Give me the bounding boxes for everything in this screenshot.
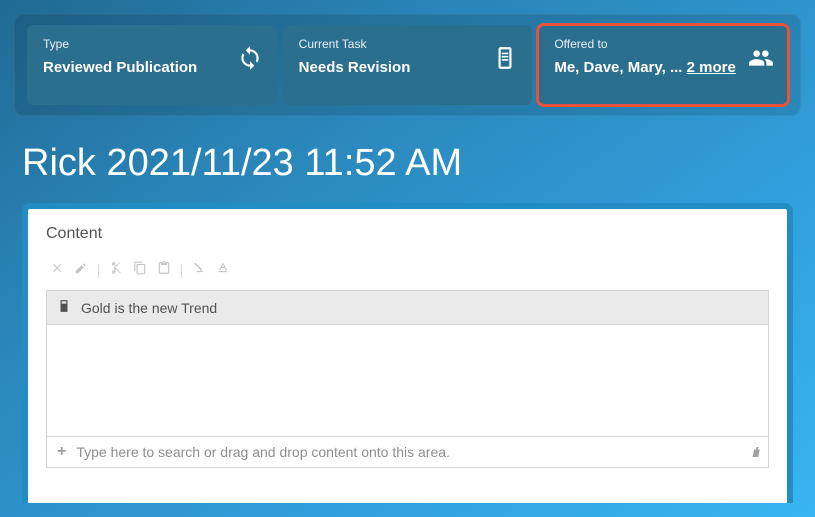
format-icon[interactable]	[216, 261, 230, 280]
paste-icon[interactable]	[157, 261, 171, 280]
copy-icon[interactable]	[133, 261, 147, 280]
offered-more-link[interactable]: 2 more	[687, 59, 736, 76]
type-label: Type	[43, 37, 261, 51]
close-icon[interactable]	[50, 261, 64, 280]
users-icon	[748, 45, 774, 71]
search-placeholder: Type here to search or drag and drop con…	[76, 444, 450, 460]
library-icon[interactable]: ılı	[752, 444, 758, 460]
clipboard-icon	[492, 45, 518, 71]
cut-icon[interactable]	[109, 261, 123, 280]
type-card[interactable]: Type Reviewed Publication	[27, 25, 277, 105]
content-item-title: Gold is the new Trend	[81, 300, 217, 316]
edit-icon[interactable]	[74, 261, 88, 280]
plus-icon: +	[57, 443, 66, 461]
current-task-card[interactable]: Current Task Needs Revision	[283, 25, 533, 105]
toolbar-separator	[98, 264, 99, 278]
offered-names: Me, Dave, Mary, ...	[554, 59, 686, 76]
toolbar-separator	[181, 264, 182, 278]
offered-value: Me, Dave, Mary, ... 2 more	[554, 59, 772, 76]
cycle-icon	[237, 45, 263, 71]
type-value: Reviewed Publication	[43, 59, 261, 76]
clear-format-icon[interactable]	[192, 261, 206, 280]
content-item-header[interactable]: Gold is the new Trend	[47, 291, 768, 325]
editor-toolbar	[46, 257, 769, 290]
content-container: Gold is the new Trend + Type here to sea…	[46, 290, 769, 468]
content-search-bar[interactable]: + Type here to search or drag and drop c…	[47, 436, 768, 467]
task-value: Needs Revision	[299, 59, 517, 76]
document-icon	[57, 299, 71, 316]
page-title: Rick 2021/11/23 11:52 AM	[22, 142, 815, 185]
content-heading: Content	[46, 225, 769, 243]
content-panel: Content Gold is the new Trend + Type her…	[22, 203, 793, 503]
offered-to-card[interactable]: Offered to Me, Dave, Mary, ... 2 more	[538, 25, 788, 105]
offered-label: Offered to	[554, 37, 772, 51]
task-label: Current Task	[299, 37, 517, 51]
info-card-row: Type Reviewed Publication Current Task N…	[14, 14, 801, 116]
